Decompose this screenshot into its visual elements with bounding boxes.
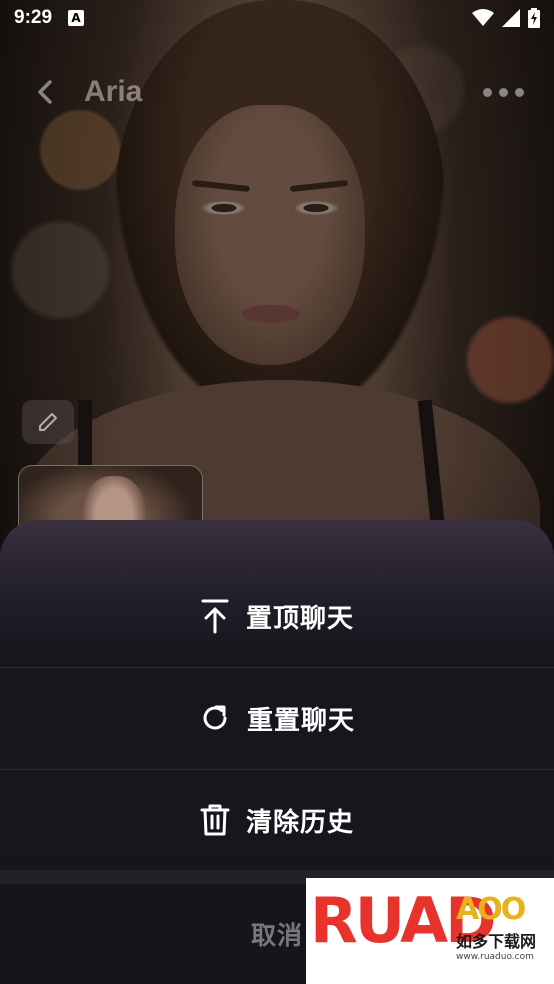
chat-header: Aria <box>0 58 554 126</box>
trash-icon <box>200 804 230 836</box>
watermark-subtitle: 如多下载网 <box>456 932 537 951</box>
refresh-icon <box>203 705 227 730</box>
pencil-icon <box>39 413 57 431</box>
signal-icon <box>502 9 520 27</box>
edit-button[interactable] <box>22 400 74 444</box>
pin-chat-option[interactable]: 置顶聊天 <box>0 566 554 666</box>
watermark-url: www.ruaduo.com <box>456 952 534 962</box>
more-dot <box>514 87 524 97</box>
reset-chat-option[interactable]: 重置聊天 <box>0 668 554 768</box>
system-icons <box>472 8 540 28</box>
a-letter-icon: A <box>68 10 85 26</box>
cancel-label: 取消 <box>250 921 303 950</box>
pin-top-icon <box>201 599 229 634</box>
chevron-left-icon <box>38 80 52 104</box>
battery-charging-icon <box>528 8 540 28</box>
pin-chat-label: 置顶聊天 <box>245 603 354 634</box>
clear-history-label: 清除历史 <box>245 807 354 838</box>
more-options-button[interactable] <box>478 72 528 112</box>
more-dot <box>482 87 492 97</box>
status-time: 9:29 <box>14 7 53 28</box>
status-bar: 9:29 A <box>0 0 554 36</box>
clear-history-option[interactable]: 清除历史 <box>0 770 554 870</box>
watermark-logo: RUAD AOO 如多下载网 www.ruaduo.com <box>306 878 554 984</box>
more-dot <box>498 87 508 97</box>
reset-chat-label: 重置聊天 <box>246 705 355 736</box>
back-button[interactable] <box>20 67 70 117</box>
chat-title: Aria <box>84 75 143 108</box>
watermark-small-text: AOO <box>456 892 526 927</box>
wifi-icon <box>472 9 494 26</box>
